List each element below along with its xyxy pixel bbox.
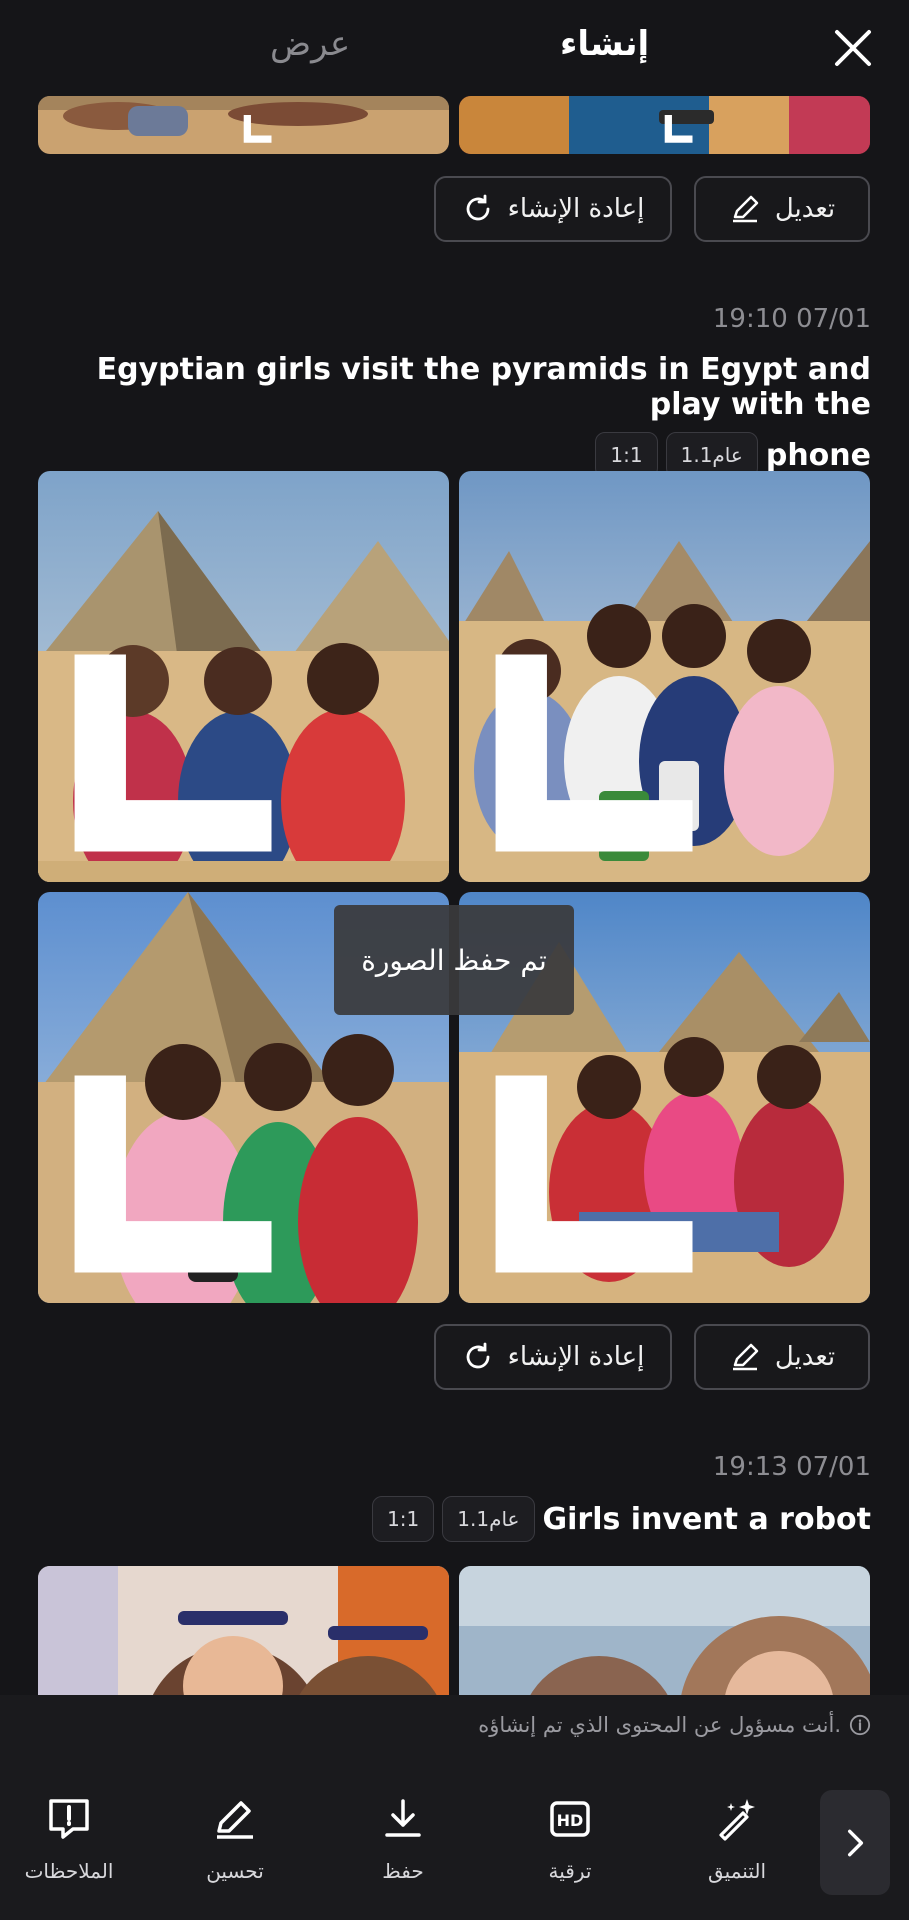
edit-label: تعديل	[774, 1342, 836, 1372]
expand-corner-icon	[243, 115, 272, 143]
info-icon[interactable]	[849, 1714, 871, 1736]
generation-prompt: Egyptian girls visit the pyramids in Egy…	[31, 352, 871, 478]
regenerate-label: إعادة الإنشاء	[507, 1342, 645, 1372]
model-chip: عام1.1	[442, 1496, 535, 1542]
improve-label: تحسين	[206, 1859, 264, 1883]
edit-button[interactable]: تعديل	[694, 1324, 870, 1390]
disclaimer-text: أنت مسؤول عن المحتوى الذي تم إنشاؤه.	[478, 1713, 841, 1737]
prompt-line-2: phone	[765, 437, 871, 473]
feedback-label: الملاحظات	[24, 1859, 114, 1883]
refresh-icon	[466, 1342, 490, 1369]
download-icon	[385, 1799, 421, 1837]
generated-image-1[interactable]	[38, 471, 449, 882]
magic-wand-icon	[719, 1799, 755, 1841]
prompt-line-1: Egyptian girls visit the pyramids in Egy…	[96, 352, 871, 422]
regenerate-button[interactable]: إعادة الإنشاء	[434, 1324, 672, 1390]
generation-timestamp: 19:10 07/01	[712, 304, 871, 334]
tab-view[interactable]: عرض	[270, 24, 350, 64]
pencil-icon	[732, 195, 759, 223]
enhance-label: التنميق	[708, 1859, 766, 1883]
generation-timestamp: 19:13 07/01	[712, 1452, 871, 1482]
svg-text:HD: HD	[557, 1811, 584, 1830]
generated-image-2[interactable]	[459, 471, 870, 882]
edit-label: تعديل	[774, 194, 836, 224]
disclaimer: أنت مسؤول عن المحتوى الذي تم إنشاؤه.	[478, 1713, 871, 1737]
regenerate-label: إعادة الإنشاء	[507, 194, 645, 224]
prev-image-2[interactable]	[459, 96, 870, 154]
save-button[interactable]: حفظ	[338, 1795, 468, 1883]
enhance-button[interactable]: التنميق	[672, 1795, 802, 1883]
feedback-button[interactable]: الملاحظات	[4, 1795, 134, 1883]
save-label: حفظ	[382, 1859, 424, 1883]
prompt-line-1: Girls invent a robot	[542, 1501, 872, 1537]
improve-button[interactable]: تحسين	[170, 1795, 300, 1883]
next-button[interactable]	[820, 1790, 890, 1895]
tab-create[interactable]: إنشاء	[560, 24, 649, 64]
refresh-icon	[466, 194, 490, 221]
expand-corner-icon	[664, 115, 693, 143]
prev-image-1[interactable]	[38, 96, 449, 154]
generation-prompt: 1:1 عام1.1 Girls invent a robot	[31, 1496, 871, 1542]
expand-corner-icon	[495, 654, 693, 852]
feedback-icon	[49, 1799, 89, 1839]
bottom-toolbar: أنت مسؤول عن المحتوى الذي تم إنشاؤه. الم…	[0, 1695, 909, 1920]
upscale-button[interactable]: HD ترقية	[505, 1795, 635, 1883]
ratio-chip: 1:1	[372, 1496, 435, 1542]
edit-button[interactable]: تعديل	[694, 176, 870, 242]
pencil-icon	[217, 1801, 253, 1839]
regenerate-button[interactable]: إعادة الإنشاء	[434, 176, 672, 242]
top-bar: عرض إنشاء	[0, 0, 909, 96]
pencil-icon	[732, 1343, 759, 1371]
upscale-label: ترقية	[548, 1859, 592, 1883]
saved-toast: تم حفظ الصورة	[334, 905, 574, 1015]
chevron-right-icon	[847, 1829, 864, 1856]
close-icon[interactable]	[833, 28, 873, 68]
expand-corner-icon	[74, 654, 272, 852]
hd-icon: HD	[550, 1801, 590, 1837]
